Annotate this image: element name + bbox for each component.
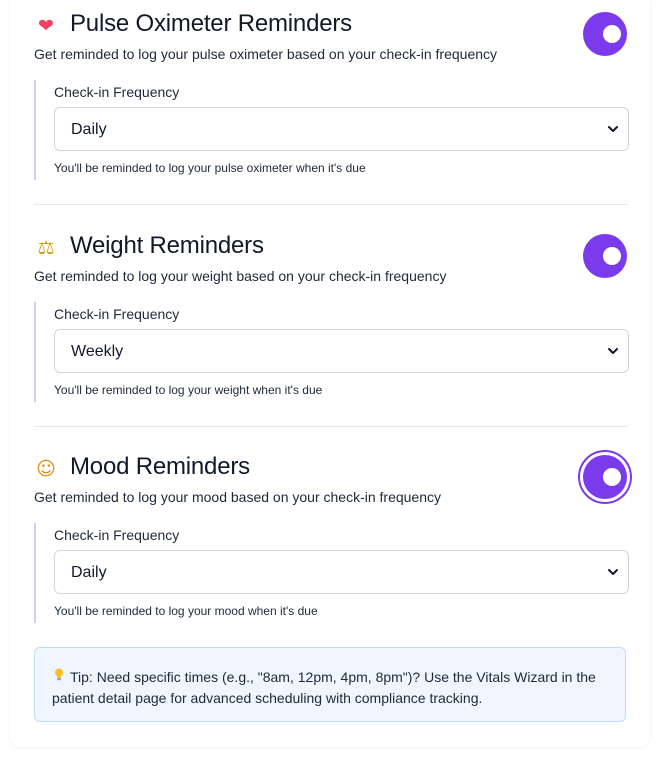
toggle-knob bbox=[603, 468, 621, 486]
frequency-help-text: You'll be reminded to log your weight wh… bbox=[54, 383, 323, 397]
heart-icon: ❤ bbox=[38, 14, 54, 37]
check-in-frequency-group: Check-in Frequency Weekly You'll be remi… bbox=[34, 302, 629, 402]
section-description: Get reminded to log your weight based on… bbox=[34, 268, 447, 284]
weight-frequency-select[interactable]: Weekly bbox=[54, 329, 629, 373]
section-divider bbox=[34, 204, 627, 205]
section-header: ⚖ Weight Reminders bbox=[34, 232, 627, 266]
pulse-oximeter-reminders-section: ❤ Pulse Oximeter Reminders Get reminded … bbox=[34, 10, 629, 180]
check-in-frequency-group: Check-in Frequency Daily You'll be remin… bbox=[34, 80, 629, 180]
select-value: Daily bbox=[71, 121, 107, 138]
section-title: Mood Reminders bbox=[70, 453, 250, 480]
check-in-frequency-group: Check-in Frequency Daily You'll be remin… bbox=[34, 523, 629, 623]
tip-text: Tip: Need specific times (e.g., "8am, 12… bbox=[52, 669, 596, 706]
balance-scale-icon: ⚖ bbox=[37, 236, 55, 259]
tip-callout: Tip: Need specific times (e.g., "8am, 12… bbox=[34, 647, 626, 722]
mood-reminders-toggle[interactable] bbox=[583, 455, 627, 499]
chevron-down-icon bbox=[608, 348, 618, 354]
toggle-knob bbox=[603, 247, 621, 265]
section-title: Pulse Oximeter Reminders bbox=[70, 10, 352, 37]
check-in-frequency-label: Check-in Frequency bbox=[54, 306, 180, 322]
section-title: Weight Reminders bbox=[70, 232, 264, 259]
section-description: Get reminded to log your pulse oximeter … bbox=[34, 46, 498, 62]
check-in-frequency-label: Check-in Frequency bbox=[54, 527, 180, 543]
pulse-oximeter-reminders-toggle[interactable] bbox=[583, 12, 627, 56]
check-in-frequency-label: Check-in Frequency bbox=[54, 84, 180, 100]
select-value: Daily bbox=[71, 564, 107, 581]
chevron-down-icon bbox=[608, 126, 618, 132]
mood-reminders-section: ☺ Mood Reminders Get reminded to log you… bbox=[34, 453, 629, 623]
weight-reminders-section: ⚖ Weight Reminders Get reminded to log y… bbox=[34, 232, 629, 402]
select-value: Weekly bbox=[71, 343, 124, 360]
weight-reminders-toggle[interactable] bbox=[583, 234, 627, 278]
toggle-knob bbox=[603, 25, 621, 43]
frequency-help-text: You'll be reminded to log your mood when… bbox=[54, 604, 318, 618]
frequency-help-text: You'll be reminded to log your pulse oxi… bbox=[54, 161, 366, 175]
section-header: ❤ Pulse Oximeter Reminders bbox=[34, 10, 627, 44]
section-divider bbox=[34, 426, 627, 427]
section-header: ☺ Mood Reminders bbox=[34, 453, 627, 487]
pulse-oximeter-frequency-select[interactable]: Daily bbox=[54, 107, 629, 151]
mood-frequency-select[interactable]: Daily bbox=[54, 550, 629, 594]
section-description: Get reminded to log your mood based on y… bbox=[34, 489, 442, 505]
smiling-face-icon: ☺ bbox=[36, 457, 56, 480]
chevron-down-icon bbox=[608, 569, 618, 575]
